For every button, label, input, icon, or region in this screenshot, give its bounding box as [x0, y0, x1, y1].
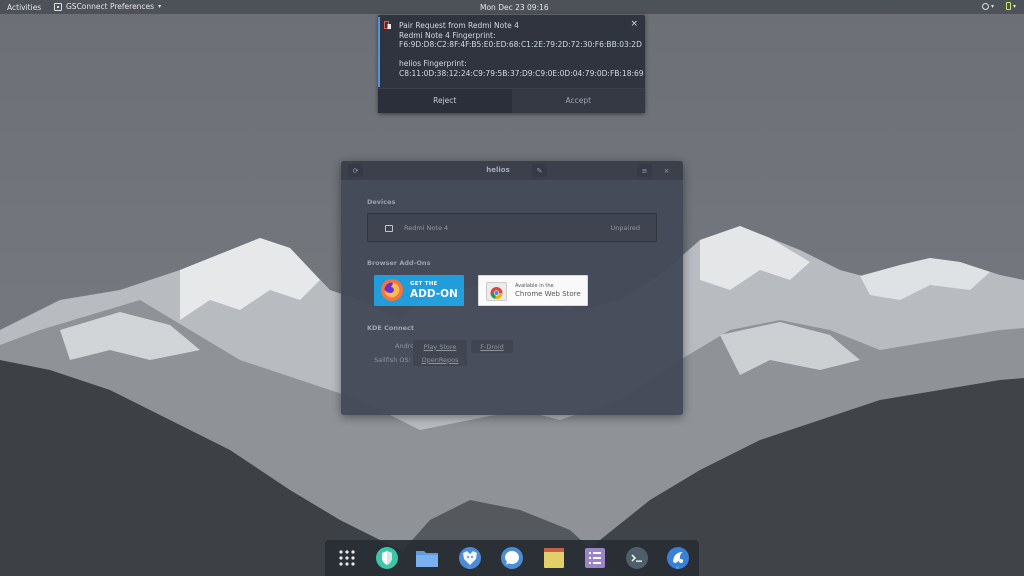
phone-icon — [384, 21, 391, 29]
fdroid-link[interactable]: F-Droid — [471, 340, 513, 353]
host-fingerprint-value: C8:11:0D:38:12:24:C9:79:5B:37:D9:C9:0E:0… — [399, 68, 644, 78]
apps-grid-icon[interactable] — [335, 546, 359, 570]
chrome-badge-line2: Chrome Web Store — [515, 290, 581, 298]
pencil-icon: ✎ — [536, 166, 543, 175]
browser-addons-heading: Browser Add-Ons — [367, 259, 431, 267]
sailfish-label: Sailfish OS: — [374, 356, 411, 364]
close-icon[interactable]: × — [630, 19, 638, 30]
firefox-badge-line1: GET THE — [410, 281, 438, 287]
activities-button[interactable]: Activities — [7, 3, 41, 12]
notification-actions: Reject Accept — [378, 88, 645, 113]
window-title: helios — [486, 166, 510, 174]
gsconnect-icon[interactable] — [666, 546, 690, 570]
system-tray: ▾ ▾ — [981, 2, 1016, 10]
host-fingerprint-label: helios Fingerprint: — [399, 59, 467, 69]
chevron-down-icon: ▾ — [1012, 2, 1016, 10]
firefox-icon[interactable] — [458, 546, 482, 570]
window-close-button[interactable]: × — [659, 164, 674, 177]
device-fingerprint-label: Redmi Note 4 Fingerprint: — [399, 30, 496, 40]
device-menu[interactable]: ▾ — [1005, 2, 1016, 10]
edit-name-button[interactable]: ✎ — [532, 164, 547, 177]
top-bar: Activities GSConnect Preferences ▾ Mon D… — [0, 0, 1024, 14]
clock[interactable]: Mon Dec 23 09:16 — [480, 3, 549, 12]
chrome-logo-icon — [486, 282, 507, 301]
reject-button[interactable]: Reject — [378, 89, 512, 113]
notification-body: Pair Request from Redmi Note 4 Redmi Not… — [399, 21, 644, 79]
device-fingerprint-value: F6:9D:D8:C2:8F:4F:B5:E0:ED:68:C1:2E:79:2… — [399, 40, 642, 50]
shield-icon[interactable] — [375, 546, 399, 570]
app-menu[interactable]: GSConnect Preferences ▾ — [54, 2, 161, 11]
signal-icon[interactable] — [500, 546, 524, 570]
notes-icon[interactable] — [542, 546, 566, 570]
dock — [325, 540, 699, 576]
device-status: Unpaired — [610, 224, 640, 232]
device-icon — [385, 225, 393, 232]
notification-accent-bar — [378, 17, 380, 87]
chrome-web-store-badge[interactable]: Available in the Chrome Web Store — [478, 275, 588, 306]
status-circle-icon — [981, 2, 989, 10]
phone-icon — [1005, 2, 1011, 10]
firefox-addon-badge[interactable]: GET THE ADD-ON — [374, 275, 464, 306]
accept-button[interactable]: Accept — [511, 89, 645, 113]
firefox-badge-line2: ADD-ON — [410, 288, 458, 300]
pair-request-notification: Pair Request from Redmi Note 4 Redmi Not… — [378, 15, 645, 113]
kde-connect-heading: KDE Connect — [367, 324, 414, 332]
app-menu-label: GSConnect Preferences — [66, 2, 155, 11]
status-menu[interactable]: ▾ — [981, 2, 994, 10]
openrepos-link[interactable]: OpenRepos — [413, 353, 467, 366]
device-name: Redmi Note 4 — [404, 224, 449, 232]
chrome-badge-line1: Available in the — [515, 283, 554, 289]
chevron-down-icon: ▾ — [158, 3, 162, 10]
menu-button[interactable]: ≡ — [637, 164, 652, 177]
running-indicator — [468, 566, 471, 569]
hamburger-icon: ≡ — [641, 166, 648, 175]
window-header: ⟳ helios ✎ ≡ × — [341, 161, 683, 180]
devices-heading: Devices — [367, 198, 396, 206]
chevron-down-icon: ▾ — [990, 2, 994, 10]
firefox-logo-icon — [381, 279, 403, 301]
play-store-link[interactable]: Play Store — [413, 340, 467, 353]
running-indicator — [676, 566, 679, 569]
gsconnect-app-icon — [54, 2, 62, 11]
tasks-icon[interactable] — [583, 546, 607, 570]
terminal-icon[interactable] — [625, 546, 649, 570]
preferences-window: ⟳ helios ✎ ≡ × Devices Redmi Note 4 Unpa… — [341, 161, 683, 415]
close-icon: × — [663, 166, 670, 175]
notification-title: Pair Request from Redmi Note 4 — [399, 21, 519, 30]
files-icon[interactable] — [415, 546, 439, 570]
device-row[interactable]: Redmi Note 4 Unpaired — [367, 213, 657, 242]
